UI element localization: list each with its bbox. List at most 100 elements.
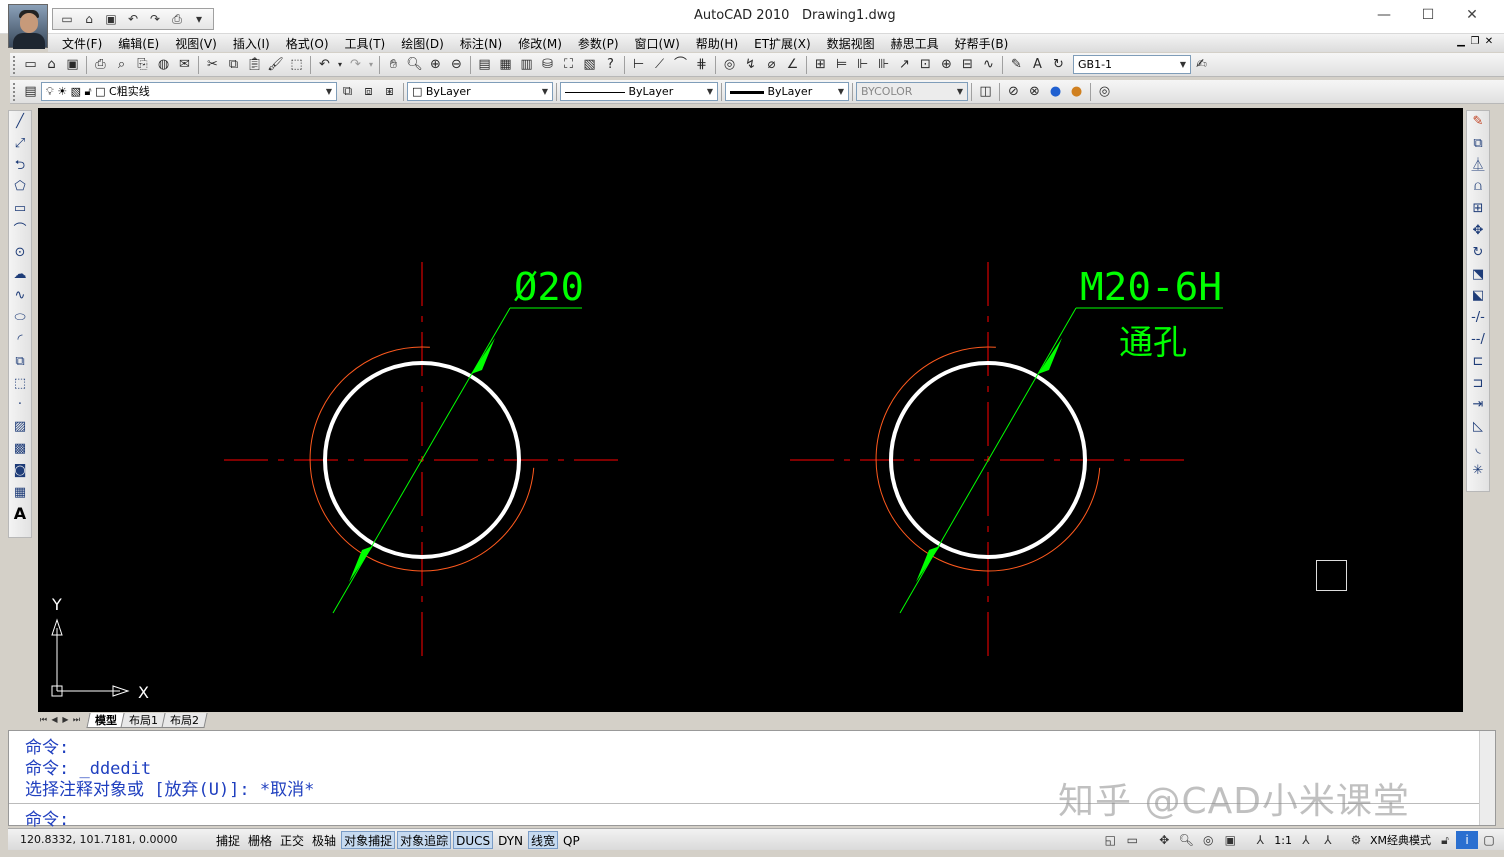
- match-properties-icon[interactable]: 🖌︎: [265, 55, 286, 75]
- chamfer-icon[interactable]: ◺: [1467, 416, 1489, 438]
- dim-edit-icon[interactable]: ✎: [1006, 55, 1027, 75]
- right-hole[interactable]: M20-6H 通孔: [790, 262, 1223, 658]
- zoom-realtime-icon[interactable]: 🔍︎: [404, 55, 425, 75]
- 2d-wireframe-icon[interactable]: ⊘: [1003, 82, 1024, 102]
- dim-arc-icon[interactable]: ⌒: [670, 55, 691, 75]
- publish-icon[interactable]: ⎘: [132, 55, 153, 75]
- maximize-button[interactable]: ☐: [1408, 4, 1448, 26]
- dimension-text-thread[interactable]: M20-6H: [1080, 265, 1222, 309]
- copy-icon[interactable]: ⧉: [223, 55, 244, 75]
- otrack-toggle[interactable]: 对象追踪: [397, 830, 452, 849]
- menu-insert[interactable]: 插入(I): [225, 35, 278, 52]
- dim-linear-icon[interactable]: ⊢: [628, 55, 649, 75]
- 3d-wireframe-icon[interactable]: ⊗: [1024, 82, 1045, 102]
- properties-icon[interactable]: ▤: [474, 55, 495, 75]
- sheet-set-icon[interactable]: ⛁: [537, 55, 558, 75]
- array-icon[interactable]: ⊞: [1467, 198, 1489, 220]
- inspect-icon[interactable]: ⊟: [957, 55, 978, 75]
- menu-window[interactable]: 窗口(W): [627, 35, 688, 52]
- ducs-toggle[interactable]: DUCS: [453, 830, 494, 849]
- make-current-layer-icon[interactable]: ⧉: [337, 82, 358, 102]
- visual-styles-manager-icon[interactable]: ◎: [1094, 82, 1115, 102]
- lineweight-toggle[interactable]: 线宽: [528, 830, 559, 849]
- zoom-window-icon[interactable]: ⊕: [425, 55, 446, 75]
- dim-jogged-icon[interactable]: ↯: [740, 55, 761, 75]
- polar-toggle[interactable]: 极轴: [309, 831, 339, 849]
- annotation-scale-value[interactable]: 1:1: [1271, 834, 1295, 847]
- dim-aligned-icon[interactable]: ⟋: [649, 55, 670, 75]
- drawing-canvas[interactable]: Ø20 M20-6H 通孔 Y X: [38, 108, 1463, 712]
- markup-icon[interactable]: ⛶: [558, 55, 579, 75]
- redo-dropdown-icon[interactable]: ▾: [366, 55, 376, 75]
- last-tab-icon[interactable]: ⏭: [71, 714, 82, 726]
- annotation-scale-icon[interactable]: ⅄: [1249, 831, 1271, 849]
- prev-tab-icon[interactable]: ◀: [49, 714, 60, 726]
- offset-icon[interactable]: ⩍: [1467, 176, 1489, 198]
- visual-style-icon[interactable]: ◫: [975, 82, 996, 102]
- etransmit-icon[interactable]: ✉: [174, 55, 195, 75]
- layer-select[interactable]: 💡︎ ☀ ▧ 🔓︎ □ C粗实线 ▼: [41, 82, 337, 101]
- dim-baseline-icon[interactable]: ⊨: [831, 55, 852, 75]
- dim-space-icon[interactable]: ⊪: [873, 55, 894, 75]
- menu-parametric[interactable]: 参数(P): [570, 35, 627, 52]
- calculator-icon[interactable]: ▧: [579, 55, 600, 75]
- tab-model[interactable]: 模型: [86, 712, 126, 728]
- dimension-text-through-hole[interactable]: 通孔: [1119, 323, 1187, 363]
- menu-helper[interactable]: 好帮手(B): [947, 35, 1017, 52]
- layer-manager-icon[interactable]: ▤: [20, 82, 41, 102]
- layer-previous-icon[interactable]: ⧈: [358, 82, 379, 102]
- spline-icon[interactable]: ∿: [9, 285, 31, 307]
- layer-states-icon[interactable]: ⧆: [379, 82, 400, 102]
- erase-icon[interactable]: ✎: [1467, 111, 1489, 133]
- center-mark-icon[interactable]: ⊕: [936, 55, 957, 75]
- dyn-toggle[interactable]: DYN: [495, 831, 526, 849]
- lineweight-select[interactable]: ByLayer ▼: [725, 82, 849, 101]
- linetype-select[interactable]: ByLayer ▼: [560, 82, 718, 101]
- open-icon[interactable]: ⌂: [41, 55, 62, 75]
- rotate-icon[interactable]: ↻: [1467, 242, 1489, 264]
- plot-preview-icon[interactable]: ⌕: [111, 55, 132, 75]
- next-tab-icon[interactable]: ▶: [60, 714, 71, 726]
- paste-icon[interactable]: 📋︎: [244, 55, 265, 75]
- menu-dimension[interactable]: 标注(N): [452, 35, 510, 52]
- menu-view[interactable]: 视图(V): [167, 35, 225, 52]
- tolerance-icon[interactable]: ⊡: [915, 55, 936, 75]
- construction-line-icon[interactable]: ⤢: [9, 133, 31, 155]
- color-select[interactable]: □ ByLayer ▼: [407, 82, 553, 101]
- clean-screen-icon[interactable]: ▢: [1478, 831, 1500, 849]
- zoom-status-icon[interactable]: 🔍︎: [1175, 831, 1197, 849]
- trim-icon[interactable]: -/-: [1467, 307, 1489, 329]
- ellipse-arc-icon[interactable]: ◜: [9, 329, 31, 351]
- point-icon[interactable]: ·: [9, 394, 31, 416]
- 3d-dwf-icon[interactable]: ◍: [153, 55, 174, 75]
- dim-angular-icon[interactable]: ∠: [782, 55, 803, 75]
- multiline-text-icon[interactable]: A: [9, 503, 31, 525]
- ellipse-icon[interactable]: ⬭: [9, 307, 31, 329]
- new-icon[interactable]: ▭: [20, 55, 41, 75]
- line-icon[interactable]: ╱: [9, 111, 31, 133]
- tab-layout2[interactable]: 布局2: [161, 712, 208, 728]
- model-space-icon[interactable]: ◱: [1099, 831, 1121, 849]
- quick-properties-toggle[interactable]: QP: [560, 831, 583, 849]
- mirror-icon[interactable]: ⏅: [1467, 155, 1489, 177]
- menu-modify[interactable]: 修改(M): [510, 35, 570, 52]
- fillet-icon[interactable]: ◟: [1467, 438, 1489, 460]
- open-icon[interactable]: ⌂: [80, 11, 98, 27]
- dim-update-icon[interactable]: ↻: [1048, 55, 1069, 75]
- annotation-visibility-icon[interactable]: ⅄: [1295, 831, 1317, 849]
- cut-icon[interactable]: ✂: [202, 55, 223, 75]
- rectangle-icon[interactable]: ▭: [9, 198, 31, 220]
- left-hole[interactable]: Ø20: [224, 262, 620, 658]
- menu-draw[interactable]: 绘图(D): [393, 35, 452, 52]
- dim-continue-icon[interactable]: ⊩: [852, 55, 873, 75]
- dimstyle-select[interactable]: GB1-1 ▼: [1073, 55, 1191, 74]
- steeringwheel-icon[interactable]: ◎: [1197, 831, 1219, 849]
- workspace-value[interactable]: XM经典模式: [1367, 832, 1434, 848]
- dim-text-edit-icon[interactable]: A: [1027, 55, 1048, 75]
- quick-dim-icon[interactable]: ⊞: [810, 55, 831, 75]
- pan-status-icon[interactable]: ✥: [1153, 831, 1175, 849]
- break-icon[interactable]: ⊐: [1467, 373, 1489, 395]
- new-icon[interactable]: ▭: [58, 11, 76, 27]
- menu-edit[interactable]: 编辑(E): [110, 35, 167, 52]
- menu-help[interactable]: 帮助(H): [688, 35, 746, 52]
